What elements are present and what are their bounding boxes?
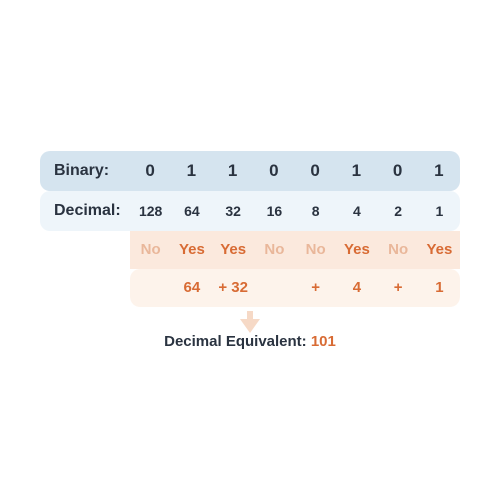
sum-cell: + (378, 279, 419, 296)
bit-cell: 1 (336, 161, 377, 181)
yesno-cell: No (130, 241, 171, 258)
yesno-cell: Yes (213, 241, 254, 258)
bit-cell: 1 (213, 161, 254, 181)
yesno-cell: No (378, 241, 419, 258)
bit-cell: 0 (130, 161, 171, 181)
bit-cell: 0 (254, 161, 295, 181)
yesno-cell: Yes (419, 241, 460, 258)
decimal-row: Decimal: 128 64 32 16 8 4 2 1 (40, 191, 460, 231)
computation-block: No Yes Yes No No Yes No Yes 64 + 32 + 4 … (130, 231, 460, 307)
yesno-cell: No (254, 241, 295, 258)
result-label: Decimal Equivalent: (164, 333, 311, 350)
result-value: 101 (311, 333, 336, 350)
bit-cell: 0 (378, 161, 419, 181)
sum-cell: 64 (171, 279, 212, 296)
bit-cell: 1 (171, 161, 212, 181)
bit-cell: 1 (419, 161, 460, 181)
place-cell: 64 (171, 203, 212, 219)
decimal-label: Decimal: (40, 202, 130, 220)
place-cell: 16 (254, 203, 295, 219)
sum-cell: 4 (336, 279, 377, 296)
place-cell: 8 (295, 203, 336, 219)
yesno-cell: Yes (171, 241, 212, 258)
place-cell: 2 (378, 203, 419, 219)
yesno-cell: Yes (336, 241, 377, 258)
sum-cell: 1 (419, 279, 460, 296)
yesno-cell: No (295, 241, 336, 258)
yesno-row: No Yes Yes No No Yes No Yes (130, 231, 460, 269)
sum-cell: + 32 (213, 279, 254, 296)
bit-cell: 0 (295, 161, 336, 181)
place-cell: 128 (130, 203, 171, 219)
down-arrow-icon (240, 311, 260, 335)
place-cell: 4 (336, 203, 377, 219)
binary-row: Binary: 0 1 1 0 0 1 0 1 (40, 151, 460, 191)
result-line: Decimal Equivalent: 101 (40, 333, 460, 350)
binary-label: Binary: (40, 162, 130, 180)
binary-to-decimal-diagram: Binary: 0 1 1 0 0 1 0 1 Decimal: 128 64 … (40, 151, 460, 350)
place-cell: 32 (213, 203, 254, 219)
sum-row: 64 + 32 + 4 + 1 (130, 269, 460, 307)
sum-cell: + (295, 279, 336, 296)
place-cell: 1 (419, 203, 460, 219)
